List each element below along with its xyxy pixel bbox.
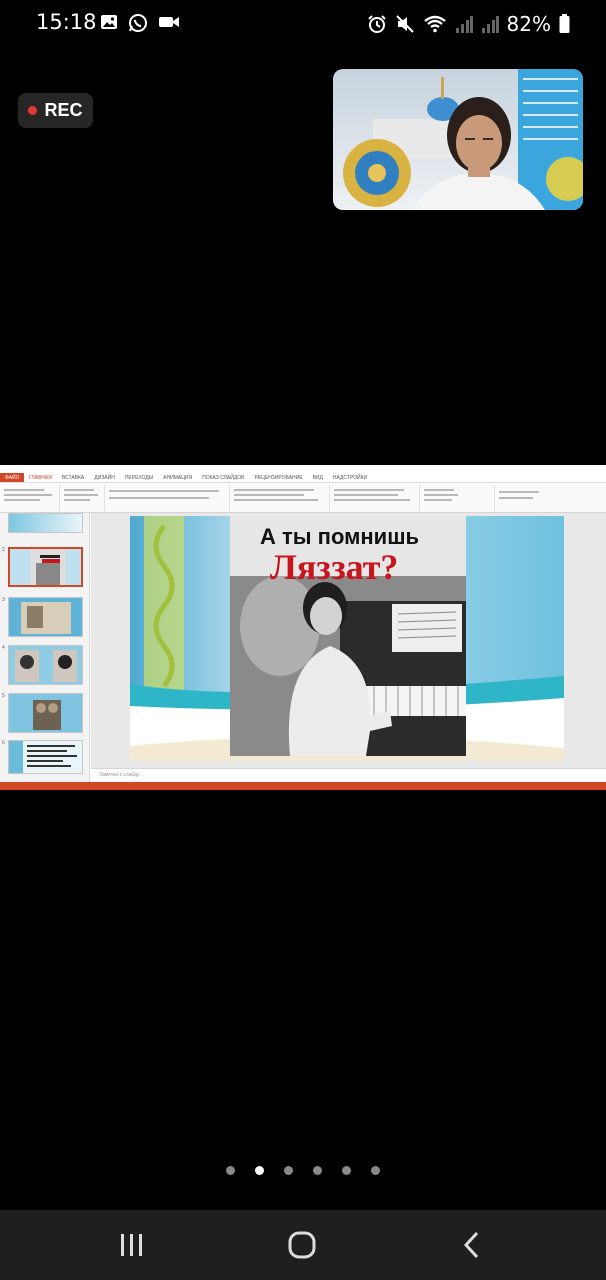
ribbon-tab[interactable]: ПОКАЗ СЛАЙДОВ	[197, 473, 249, 482]
ribbon-tab[interactable]: ФАЙЛ	[0, 473, 24, 482]
battery-icon	[559, 14, 570, 33]
slide-thumbnail-selected[interactable]	[8, 547, 83, 587]
slide-thumbnail[interactable]	[8, 597, 83, 637]
slide-thumbnail[interactable]	[8, 740, 83, 774]
slide-number: 3	[2, 597, 5, 603]
slide-number: 4	[2, 645, 5, 651]
ribbon-group-slides[interactable]	[60, 485, 105, 511]
recent-apps-button[interactable]	[112, 1228, 152, 1262]
recording-indicator[interactable]: REC	[18, 93, 93, 128]
wifi-icon	[423, 15, 446, 33]
ribbon-group-pdf[interactable]	[495, 485, 555, 511]
signal-icon	[481, 16, 499, 33]
video-camera-icon	[159, 17, 179, 27]
battery-percent: 82%	[506, 12, 551, 36]
page-dot[interactable]	[313, 1166, 322, 1175]
page-indicator	[0, 1166, 606, 1178]
ribbon-group-paragraph[interactable]	[230, 485, 330, 511]
status-notification-icons	[100, 13, 180, 33]
ribbon-group-clipboard[interactable]	[0, 485, 60, 511]
ribbon-group-font[interactable]	[105, 485, 230, 511]
home-icon	[288, 1231, 316, 1259]
ppt-title-bar	[0, 465, 606, 473]
participant-video-tile[interactable]	[333, 69, 583, 210]
home-button[interactable]	[282, 1228, 322, 1262]
status-bar: 15:18 82%	[0, 0, 606, 46]
back-icon	[463, 1231, 479, 1259]
page-dot[interactable]	[371, 1166, 380, 1175]
slide-notes[interactable]: Заметки к слайду	[91, 768, 606, 782]
status-system-icons: 82%	[367, 12, 570, 36]
page-dot[interactable]	[342, 1166, 351, 1175]
page-dot[interactable]	[284, 1166, 293, 1175]
back-button[interactable]	[452, 1228, 492, 1262]
slide-thumbnail[interactable]	[8, 645, 83, 685]
participant-video	[333, 69, 583, 210]
slide-number: 5	[2, 693, 5, 699]
ribbon-tab[interactable]: РЕЦЕНЗИРОВАНИЕ	[249, 473, 307, 482]
navigation-bar	[0, 1210, 606, 1280]
page-dot[interactable]	[226, 1166, 235, 1175]
ribbon-tab[interactable]: ПЕРЕХОДЫ	[120, 473, 158, 482]
slide-thumbnail[interactable]	[8, 693, 83, 733]
gallery-icon	[101, 15, 117, 29]
slide-thumbnails-pane[interactable]: 2 3 4 5 6	[0, 513, 90, 785]
record-dot-icon	[28, 106, 38, 115]
recent-apps-icon	[121, 1234, 142, 1256]
ribbon-tabs: ФАЙЛ ГЛАВНАЯ ВСТАВКА ДИЗАЙН ПЕРЕХОДЫ АНИ…	[0, 473, 606, 483]
whatsapp-icon	[129, 14, 147, 32]
current-slide[interactable]: А ты помнишь Ляззат?	[130, 516, 564, 761]
page-dot-active[interactable]	[255, 1166, 264, 1175]
status-time: 15:18	[36, 10, 97, 34]
slide-number: 2	[2, 547, 5, 553]
slide-title-line2: Ляззат?	[270, 547, 399, 587]
shared-screen[interactable]: ФАЙЛ ГЛАВНАЯ ВСТАВКА ДИЗАЙН ПЕРЕХОДЫ АНИ…	[0, 465, 606, 790]
alarm-icon	[367, 15, 386, 33]
signal-icon	[455, 16, 473, 33]
recording-label: REC	[44, 100, 83, 120]
ribbon-group-drawing[interactable]	[330, 485, 420, 511]
ribbon-tab[interactable]: ДИЗАЙН	[89, 473, 120, 482]
slide-thumbnail[interactable]	[8, 513, 83, 533]
ribbon	[0, 483, 606, 513]
ribbon-tab[interactable]: ГЛАВНАЯ	[24, 473, 57, 482]
slide-canvas-area[interactable]: А ты помнишь Ляззат?	[91, 513, 606, 768]
ribbon-group-editing[interactable]	[420, 485, 495, 511]
mute-icon	[395, 15, 414, 33]
ppt-status-bar	[0, 782, 606, 790]
ribbon-tab[interactable]: ВСТАВКА	[57, 473, 89, 482]
ribbon-tab[interactable]: ВИД	[308, 473, 328, 482]
ribbon-tab[interactable]: НАДСТРОЙКИ	[328, 473, 372, 482]
ribbon-tab[interactable]: АНИМАЦИЯ	[158, 473, 197, 482]
slide-number: 6	[2, 740, 5, 746]
